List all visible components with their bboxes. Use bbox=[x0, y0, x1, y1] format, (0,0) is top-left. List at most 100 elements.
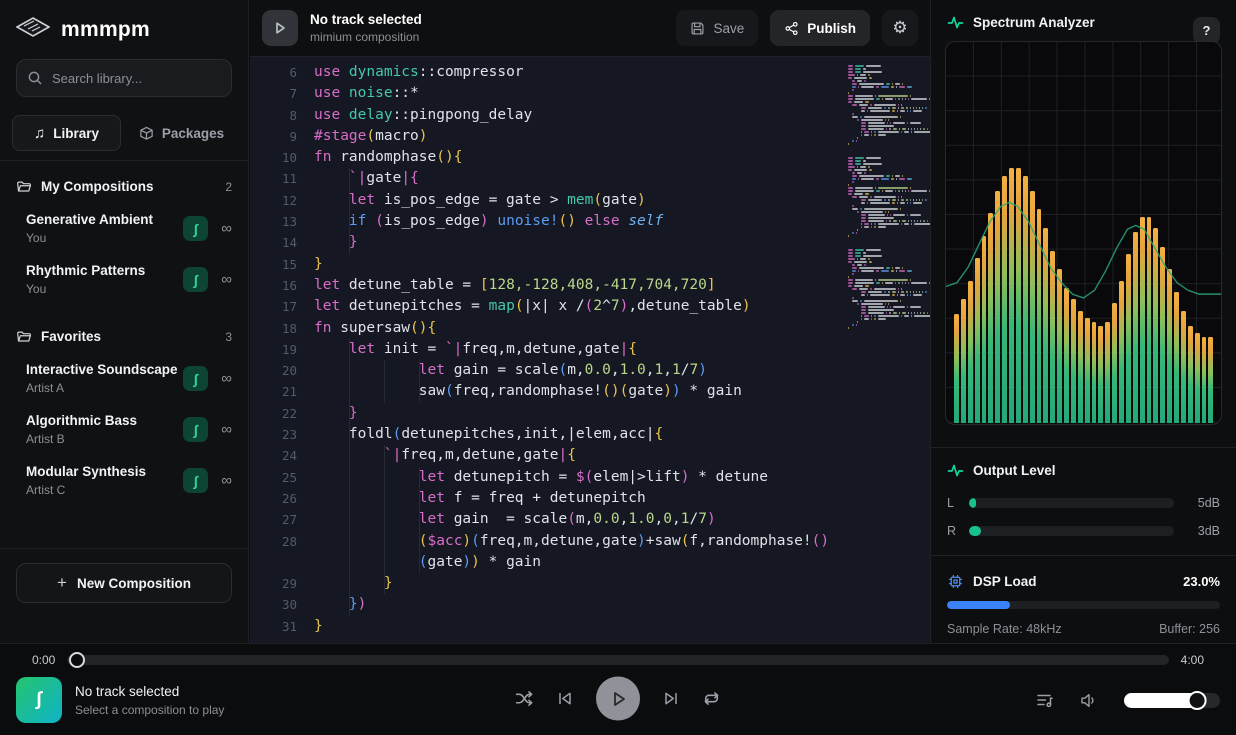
volume-slider[interactable] bbox=[1124, 693, 1220, 708]
minimap-gap bbox=[848, 149, 912, 157]
minimap-token bbox=[861, 309, 866, 311]
code-tokens bbox=[314, 405, 349, 421]
tab-library[interactable]: ♫ Library bbox=[12, 115, 121, 151]
composition-info: Rhythmic PatternsYou bbox=[26, 263, 183, 296]
composition-item[interactable]: Interactive SoundscapeArtist A∫∞ bbox=[0, 353, 248, 404]
minimap-token bbox=[861, 122, 866, 124]
minimap-token bbox=[854, 193, 864, 195]
sidebar-footer: + New Composition bbox=[0, 548, 248, 643]
secondary-controls bbox=[1036, 692, 1220, 709]
play-button[interactable] bbox=[596, 677, 640, 721]
minimap-token bbox=[911, 282, 927, 284]
minimap-token bbox=[868, 312, 884, 314]
minimap-token bbox=[908, 190, 909, 192]
publish-button[interactable]: Publish bbox=[770, 10, 870, 46]
minimap-token bbox=[869, 169, 873, 171]
minimap-token bbox=[876, 190, 880, 192]
minimap-token bbox=[861, 217, 866, 219]
minimap-line bbox=[848, 261, 912, 263]
code-line: 19 let init = `|freq,m,detune,gate|{ bbox=[250, 339, 930, 360]
channel-db-value: 3dB bbox=[1184, 524, 1220, 538]
next-track-button[interactable] bbox=[662, 690, 680, 708]
composition-item[interactable]: Rhythmic PatternsYou∫∞ bbox=[0, 254, 248, 305]
help-button[interactable]: ? bbox=[1193, 17, 1220, 44]
minimap-token bbox=[874, 223, 875, 225]
repeat-button[interactable] bbox=[702, 690, 721, 708]
minimap-token bbox=[861, 226, 862, 228]
minimap-line bbox=[848, 255, 912, 257]
minimap-token bbox=[927, 128, 928, 130]
settings-button[interactable]: ⚙ bbox=[882, 10, 918, 46]
composition-item[interactable]: Generative AmbientYou∫∞ bbox=[0, 203, 248, 254]
search-input[interactable] bbox=[16, 59, 232, 97]
indent-guide bbox=[349, 488, 350, 509]
code-line: 30 }) bbox=[250, 594, 930, 615]
minimap-token bbox=[856, 324, 857, 326]
minimap-line bbox=[848, 291, 912, 293]
seek-slider[interactable] bbox=[67, 655, 1168, 665]
spectrum-title: Spectrum Analyzer bbox=[973, 15, 1095, 30]
minimap-token bbox=[870, 288, 872, 290]
composition-item[interactable]: Algorithmic BassArtist B∫∞ bbox=[0, 404, 248, 455]
code-line: 22 } bbox=[250, 403, 930, 424]
minimap-token bbox=[901, 131, 902, 133]
minimap-token bbox=[908, 220, 909, 222]
token: m, bbox=[567, 362, 584, 378]
token: ( bbox=[515, 298, 524, 314]
token: ( bbox=[419, 533, 428, 549]
code-editor[interactable]: 6use dynamics::compressor7use noise::*8u… bbox=[250, 57, 930, 643]
share-icon bbox=[784, 21, 799, 36]
token: ) bbox=[637, 192, 646, 208]
minimap-line bbox=[848, 178, 912, 180]
minimap-token bbox=[860, 116, 861, 118]
minimap-token bbox=[869, 77, 873, 79]
minimap-token bbox=[861, 294, 865, 296]
minimap-token bbox=[858, 178, 859, 180]
previous-track-button[interactable] bbox=[556, 690, 574, 708]
queue-icon[interactable] bbox=[1036, 692, 1054, 709]
volume-knob[interactable] bbox=[1187, 691, 1206, 710]
minimap-token bbox=[914, 315, 930, 317]
tab-packages[interactable]: Packages bbox=[127, 115, 236, 151]
code-line: 25 let detunepitch = $(elem|>lift) * det… bbox=[250, 467, 930, 488]
line-number: 30 bbox=[250, 594, 297, 615]
line-number: 20 bbox=[250, 360, 297, 381]
cpu-icon bbox=[947, 573, 964, 590]
minimap-token bbox=[907, 270, 912, 272]
composition-item[interactable]: Modular SynthesisArtist C∫∞ bbox=[0, 455, 248, 506]
minimap-token bbox=[866, 65, 880, 67]
minimap-token bbox=[863, 163, 882, 165]
minimap-token bbox=[874, 318, 875, 320]
minimap-token bbox=[908, 98, 909, 100]
minimap-token bbox=[907, 122, 908, 124]
minimap-token bbox=[848, 276, 849, 278]
code-tokens bbox=[314, 554, 419, 570]
new-composition-button[interactable]: + New Composition bbox=[16, 563, 232, 603]
minimap-token bbox=[861, 315, 862, 317]
volume-icon[interactable] bbox=[1080, 692, 1098, 709]
minimap-token bbox=[867, 294, 868, 296]
seek-knob[interactable] bbox=[69, 652, 85, 668]
token: ) bbox=[480, 213, 497, 229]
minimap-line bbox=[848, 282, 912, 284]
shuffle-button[interactable] bbox=[515, 690, 534, 708]
track-thumbnail-play-button[interactable] bbox=[262, 10, 298, 46]
minimap-token bbox=[861, 303, 883, 305]
minimap-token bbox=[888, 199, 890, 201]
minimap-token bbox=[890, 122, 891, 124]
minimap-line bbox=[848, 226, 912, 228]
minimap-token bbox=[913, 202, 921, 204]
token: let bbox=[314, 298, 349, 314]
editor-minimap[interactable] bbox=[848, 65, 912, 341]
code-tokens bbox=[314, 383, 419, 399]
minimap-token bbox=[882, 98, 883, 100]
minimap-token bbox=[899, 220, 900, 222]
minimap-line bbox=[848, 143, 912, 145]
code-lines: 6use dynamics::compressor7use noise::*8u… bbox=[250, 62, 930, 643]
minimap-token bbox=[857, 166, 858, 168]
save-button[interactable]: Save bbox=[676, 10, 758, 46]
minimap-line bbox=[848, 134, 912, 136]
line-number: 26 bbox=[250, 488, 297, 509]
token: ] bbox=[707, 277, 716, 293]
token: ,detune_table bbox=[628, 298, 742, 314]
